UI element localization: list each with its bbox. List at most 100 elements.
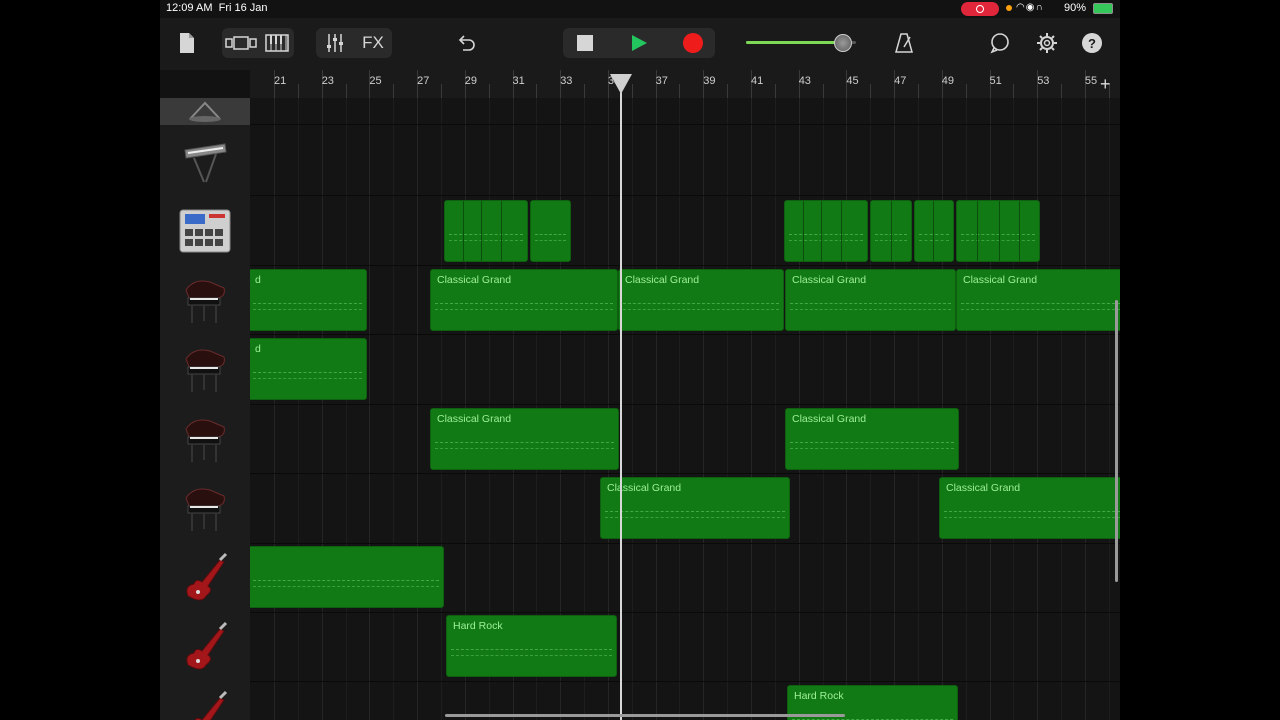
toolbar: FX ? <box>160 18 1120 70</box>
region-track-3[interactable]: d <box>250 269 367 331</box>
horizontal-scrollbar[interactable] <box>445 714 845 717</box>
garageband-screen: 12:09 AM Fri 16 Jan ◠◉∩ 90% FX ? 21 23 2… <box>160 0 1120 720</box>
battery-icon <box>1093 3 1113 14</box>
track-header-piano-4[interactable] <box>160 474 250 545</box>
my-songs-button[interactable] <box>174 30 200 56</box>
piano-keys-icon <box>265 34 289 52</box>
status-date: Fri 16 Jan <box>218 2 268 14</box>
ruler-tick <box>870 84 872 98</box>
timeline-ruler[interactable]: 212325272931333537394143454749515355 <box>250 70 1120 99</box>
master-volume-slider[interactable] <box>744 34 872 52</box>
document-icon <box>180 33 194 53</box>
track-header-piano-1[interactable] <box>160 266 250 336</box>
arrangement-area[interactable]: d Classical Grand Classical Grand Classical… <box>250 98 1120 720</box>
region-notes <box>253 586 439 587</box>
track-header-piano-2[interactable] <box>160 335 250 406</box>
grid-line <box>727 98 729 720</box>
grid-line <box>369 98 371 720</box>
playhead[interactable] <box>610 74 632 720</box>
track-header-synth-keyboard[interactable] <box>160 125 250 197</box>
grid-line <box>274 98 275 720</box>
region-notes <box>253 378 362 379</box>
region-track-2[interactable] <box>784 200 868 262</box>
region-track-7[interactable] <box>250 546 444 608</box>
track-header-beat-sequencer[interactable] <box>160 196 250 267</box>
help-button[interactable]: ? <box>1080 31 1104 55</box>
loop-icon <box>990 33 1009 54</box>
undo-button[interactable] <box>452 30 480 56</box>
region-track-2[interactable] <box>444 200 528 262</box>
region-notes <box>451 649 612 666</box>
region-track-3[interactable]: Classical Grand <box>785 269 956 331</box>
region-track-6[interactable]: Classical Grand <box>939 477 1120 539</box>
track-header-guitar-3[interactable] <box>160 682 250 720</box>
settings-button[interactable] <box>1033 30 1061 56</box>
screen-recording-icon[interactable] <box>961 2 999 16</box>
region-track-3[interactable]: Classical Grand <box>956 269 1120 331</box>
ruler-bar-label: 47 <box>894 75 907 87</box>
region-track-2[interactable] <box>956 200 1040 262</box>
sliders-icon <box>327 34 343 52</box>
add-section-button[interactable]: + <box>1100 74 1111 95</box>
stop-icon <box>577 35 593 51</box>
region-track-2[interactable] <box>914 200 954 262</box>
region-notes <box>435 442 614 459</box>
grand-piano-icon <box>160 266 250 335</box>
region-notes <box>790 303 951 320</box>
status-icons: ◠◉∩ <box>1016 2 1044 13</box>
ruler-tick <box>584 84 586 98</box>
ruler-bar-label: 53 <box>1037 75 1050 87</box>
grid-line <box>655 98 657 720</box>
ruler-bar-label: 49 <box>941 75 955 87</box>
region-track-4[interactable]: d <box>250 338 367 400</box>
track-header-piano-3[interactable] <box>160 405 250 475</box>
ruler-bar-label: 33 <box>560 75 573 87</box>
track-header-drum-kit[interactable] <box>160 98 250 126</box>
region-notes <box>944 517 1120 518</box>
region-notes <box>961 234 1035 251</box>
region-track-8[interactable]: Hard Rock <box>446 615 617 677</box>
ruler-tick <box>679 84 681 98</box>
keyboard-icon <box>160 125 250 196</box>
play-icon <box>632 35 647 51</box>
track-header-guitar-1[interactable] <box>160 544 250 614</box>
region-track-3[interactable]: Classical Grand <box>430 269 618 331</box>
keyboard-view-button[interactable] <box>262 30 292 56</box>
loop-browser-button[interactable] <box>986 30 1014 56</box>
ruler-bar-label: 29 <box>464 75 478 87</box>
region-track-2[interactable] <box>870 200 912 262</box>
vertical-scrollbar[interactable] <box>1115 300 1118 582</box>
fx-button[interactable]: FX <box>356 30 390 56</box>
region-notes <box>961 240 1035 241</box>
region-label: Classical Grand <box>792 413 867 425</box>
region-notes <box>961 309 1120 310</box>
region-divider <box>891 201 892 261</box>
volume-knob[interactable] <box>833 34 852 52</box>
region-track-3[interactable]: Classical Grand <box>618 269 784 331</box>
region-notes <box>789 240 863 241</box>
ruler-bar-label: 23 <box>321 75 334 87</box>
grand-piano-icon <box>160 405 250 474</box>
region-label: Classical Grand <box>792 274 867 286</box>
region-track-6[interactable]: Classical Grand <box>600 477 790 539</box>
region-track-2[interactable] <box>530 200 571 262</box>
region-notes <box>451 655 612 656</box>
status-bar: 12:09 AM Fri 16 Jan ◠◉∩ 90% <box>160 0 1120 18</box>
region-track-5[interactable]: Classical Grand <box>785 408 959 470</box>
record-button[interactable] <box>676 30 710 56</box>
mic-indicator-icon <box>1006 5 1012 11</box>
region-track-5[interactable]: Classical Grand <box>430 408 619 470</box>
track-lane-divider <box>250 404 1120 405</box>
mixer-button[interactable] <box>320 30 350 56</box>
grid-line <box>1108 98 1110 720</box>
tracks-view-button[interactable] <box>224 30 258 56</box>
region-notes <box>253 303 362 320</box>
location-icon: ◉ <box>1025 2 1036 13</box>
track-header-guitar-2[interactable] <box>160 613 250 683</box>
region-notes <box>961 303 1120 320</box>
stop-button[interactable] <box>568 30 602 56</box>
metronome-button[interactable] <box>890 30 918 56</box>
region-notes <box>535 240 566 241</box>
play-button[interactable] <box>622 30 656 56</box>
ruler-tick <box>297 84 299 98</box>
